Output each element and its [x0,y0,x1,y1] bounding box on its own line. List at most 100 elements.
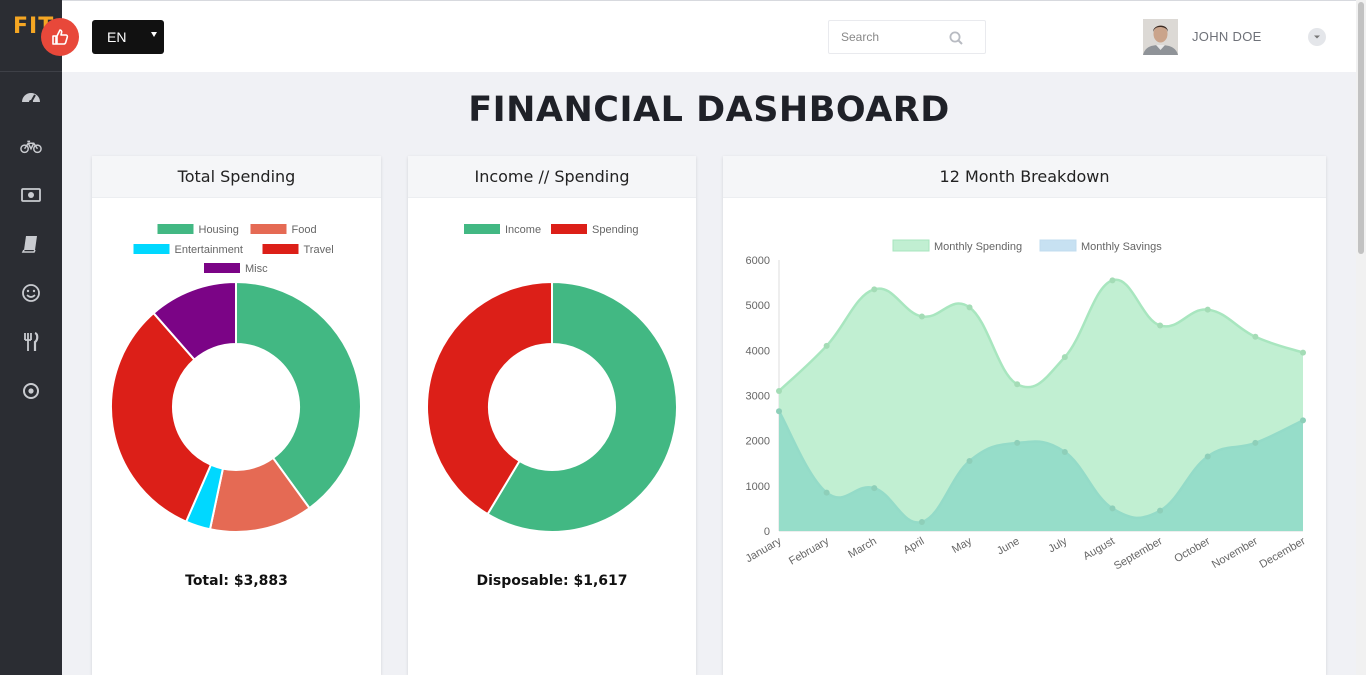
x-tick-label-october: October [1172,535,1212,565]
x-tick-label-december: December [1258,535,1308,571]
total-spending-chart: Housing Food Entertainment Travel Misc [110,224,362,533]
search-icon[interactable] [949,31,963,45]
sidebar-item-dashboard[interactable] [0,72,62,121]
total-spending-legend-swatch-misc[interactable] [204,263,240,273]
total-spending-legend-entertainment[interactable]: Entertainment [175,244,243,256]
data-point-monthly-spending-july[interactable] [1061,354,1068,361]
data-point-monthly-savings-august[interactable] [1109,505,1116,512]
data-point-monthly-spending-august[interactable] [1109,277,1116,284]
income-spending-legend-swatch-income[interactable] [464,224,500,234]
x-tick-label-january: January [744,535,784,565]
sidebar: FIT [0,0,79,675]
topbar: EN JOHN DOE [62,0,1356,72]
data-point-monthly-spending-february[interactable] [823,342,830,349]
caret-down-icon [151,32,157,37]
y-tick-label: 5000 [746,300,770,312]
data-point-monthly-spending-december[interactable] [1300,349,1306,356]
data-point-monthly-spending-january[interactable] [776,387,782,394]
scrollbar-thumb[interactable] [1358,2,1364,254]
data-point-monthly-spending-april[interactable] [918,313,925,320]
data-point-monthly-spending-october[interactable] [1204,306,1211,313]
income-spending-legend-income[interactable]: Income [505,224,541,236]
x-tick-label-march: March [846,535,878,561]
data-point-monthly-savings-march[interactable] [871,485,878,492]
breakdown-card: 12 Month Breakdown Monthly Spending Month… [723,156,1326,675]
x-tick-label-april: April [901,535,926,556]
income-spending-legend-swatch-spending[interactable] [551,224,587,234]
language-value: EN [107,29,127,45]
total-spending-card: Total Spending Housing Food Entertainment T… [92,156,381,675]
total-spending-legend-housing[interactable]: Housing [199,224,239,236]
disposable-label: Disposable: $1,617 [476,573,628,589]
sidebar-item-goals[interactable] [0,366,62,415]
x-tick-label-february: February [787,535,832,568]
breakdown-legend-monthly-spending[interactable]: Monthly Spending [934,241,1022,253]
total-spending-legend-swatch-food[interactable] [250,224,287,234]
thumbs-up-icon[interactable] [41,18,79,56]
data-point-monthly-savings-july[interactable] [1061,448,1068,455]
money-icon [21,187,41,202]
x-tick-label-august: August [1081,535,1117,563]
sidebar-item-food[interactable] [0,317,62,366]
total-spending-legend-swatch-housing[interactable] [157,224,194,234]
search-box [828,20,986,54]
data-point-monthly-savings-december[interactable] [1300,417,1306,424]
total-spending-label: Total: $3,883 [185,573,288,589]
data-point-monthly-savings-october[interactable] [1204,453,1211,460]
smile-icon [22,283,40,302]
total-spending-legend-misc[interactable]: Misc [245,263,268,275]
data-point-monthly-savings-june[interactable] [1014,439,1021,446]
total-spending-legend-swatch-entertainment[interactable] [133,244,170,254]
search-input[interactable] [841,30,941,44]
sidebar-item-reading[interactable] [0,219,62,268]
scrollbar[interactable] [1356,0,1366,675]
breakdown-chart: Monthly Spending Monthly Savings 0 1000 2000… [744,239,1308,573]
data-point-monthly-savings-february[interactable] [823,489,830,496]
y-tick-label: 1000 [746,481,770,493]
data-point-monthly-spending-september[interactable] [1157,322,1164,329]
total-spending-title: Total Spending [92,156,381,198]
sidebar-item-cycling[interactable] [0,121,62,170]
x-tick-label-september: September [1112,535,1165,572]
brand: FIT [0,0,79,72]
x-tick-label-may: May [950,535,974,556]
x-tick-label-july: July [1046,535,1069,555]
data-point-monthly-savings-november[interactable] [1252,439,1259,446]
user-menu[interactable]: JOHN DOE [1143,19,1333,55]
chevron-down-icon[interactable] [1308,28,1326,46]
book-icon [21,235,37,253]
target-icon [23,382,39,399]
data-point-monthly-savings-may[interactable] [966,457,973,464]
income-spending-legend-spending[interactable]: Spending [592,224,639,236]
data-point-monthly-savings-january[interactable] [776,408,782,415]
y-tick-label: 2000 [746,436,770,448]
bicycle-icon [20,140,42,153]
user-name[interactable]: JOHN DOE [1192,29,1262,44]
y-tick-label: 3000 [746,391,770,403]
data-point-monthly-savings-september[interactable] [1157,507,1164,514]
utensils-icon [24,331,39,351]
total-spending-legend-food[interactable]: Food [292,224,317,236]
dashboard-icon [22,92,40,104]
sidebar-item-finance[interactable] [0,170,62,219]
data-point-monthly-spending-may[interactable] [966,304,973,311]
sidebar-item-mood[interactable] [0,268,62,317]
total-spending-legend-travel[interactable]: Travel [304,244,334,256]
breakdown-legend-monthly-savings[interactable]: Monthly Savings [1081,241,1162,253]
language-select[interactable]: EN [92,20,164,54]
y-tick-label: 4000 [746,345,770,357]
income-spending-chart: Income Spending [426,224,678,533]
breakdown-legend-swatch-monthly-spending[interactable] [892,239,930,252]
income-spending-title: Income // Spending [408,156,696,198]
data-point-monthly-spending-june[interactable] [1014,381,1021,388]
total-spending-legend-swatch-travel[interactable] [262,244,299,254]
data-point-monthly-spending-november[interactable] [1252,333,1259,340]
x-tick-label-june: June [995,535,1022,557]
data-point-monthly-savings-april[interactable] [918,518,925,525]
breakdown-title: 12 Month Breakdown [723,156,1326,198]
x-tick-label-november: November [1210,535,1260,571]
data-point-monthly-spending-march[interactable] [871,286,878,293]
breakdown-legend-swatch-monthly-savings[interactable] [1039,239,1077,252]
income-spending-card: Income // Spending Income Spending Dispos… [408,156,696,675]
avatar[interactable] [1143,19,1178,55]
